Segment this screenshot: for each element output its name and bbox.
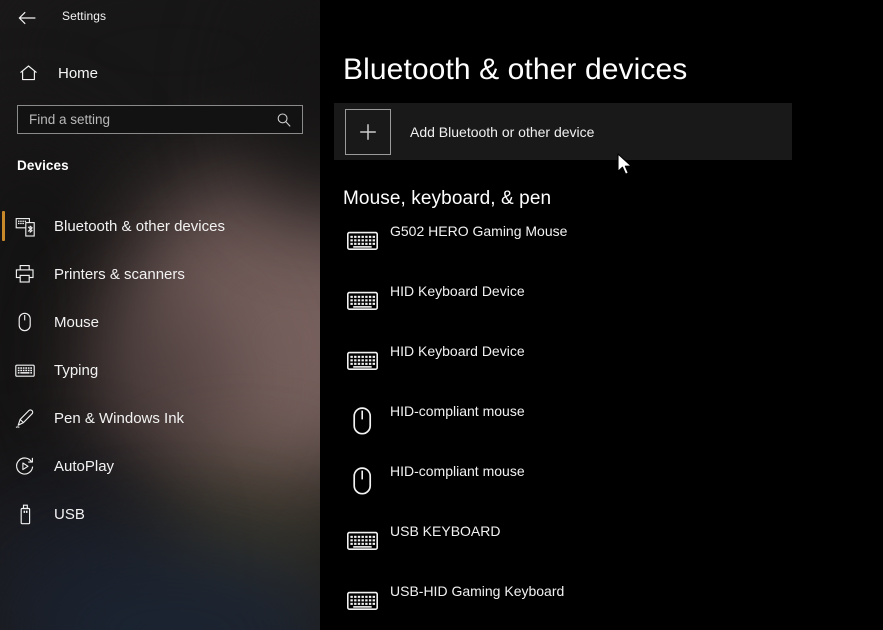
keyboard-icon bbox=[345, 526, 379, 556]
device-name: USB KEYBOARD bbox=[390, 523, 501, 539]
device-list-item[interactable]: HID Keyboard Device bbox=[320, 332, 883, 392]
device-list-item[interactable]: HID Keyboard Device bbox=[320, 272, 883, 332]
device-list: G502 HERO Gaming Mouse HID Keyboard Devic… bbox=[320, 212, 883, 630]
autoplay-icon bbox=[16, 456, 34, 475]
device-name: HID Keyboard Device bbox=[390, 283, 525, 299]
mouse-icon bbox=[14, 311, 36, 333]
mouse-icon bbox=[345, 466, 379, 496]
home-icon bbox=[18, 63, 38, 83]
search-input[interactable] bbox=[18, 106, 272, 133]
sidebar-item-label: USB bbox=[54, 505, 85, 523]
sidebar-item-label: Mouse bbox=[54, 313, 100, 331]
printer-icon bbox=[14, 263, 36, 285]
sidebar-group-label: Devices bbox=[17, 158, 69, 173]
sidebar-item-mouse[interactable]: Mouse bbox=[0, 298, 320, 346]
title-bar: Settings bbox=[0, 0, 320, 36]
selected-indicator bbox=[2, 211, 5, 241]
settings-window: Settings Home Device bbox=[0, 0, 883, 630]
sidebar-item-pen-windows-ink[interactable]: Pen & Windows Ink bbox=[0, 394, 320, 442]
back-button[interactable] bbox=[12, 4, 42, 32]
device-name: HID-compliant mouse bbox=[390, 403, 525, 419]
sidebar-item-printers-scanners[interactable]: Printers & scanners bbox=[0, 250, 320, 298]
device-keyboard-icon bbox=[346, 231, 378, 251]
sidebar-item-label: Printers & scanners bbox=[54, 265, 185, 283]
device-mouse-icon bbox=[352, 467, 371, 495]
search-icon[interactable] bbox=[272, 112, 302, 128]
sidebar-item-bluetooth-other-devices[interactable]: Bluetooth & other devices bbox=[0, 202, 320, 250]
keyboard-icon bbox=[345, 586, 379, 616]
plus-icon bbox=[345, 108, 391, 155]
mouse-icon bbox=[18, 312, 31, 332]
device-list-item[interactable]: USB KEYBOARD bbox=[320, 512, 883, 572]
device-list-item[interactable]: HID-compliant mouse bbox=[320, 452, 883, 512]
printer-icon bbox=[15, 265, 34, 283]
add-bluetooth-device-button[interactable]: Add Bluetooth or other device bbox=[334, 103, 792, 160]
add-bluetooth-device-label: Add Bluetooth or other device bbox=[410, 123, 595, 140]
device-name: HID Keyboard Device bbox=[390, 343, 525, 359]
device-name: G502 HERO Gaming Mouse bbox=[390, 223, 568, 239]
sidebar: Settings Home Device bbox=[0, 0, 320, 630]
sidebar-item-home[interactable]: Home bbox=[0, 60, 320, 86]
page-title: Bluetooth & other devices bbox=[343, 53, 688, 86]
section-title: Mouse, keyboard, & pen bbox=[343, 188, 552, 209]
device-keyboard-icon bbox=[346, 531, 378, 551]
pen-icon bbox=[15, 408, 34, 428]
sidebar-nav-list: Bluetooth & other devices Printers & scan… bbox=[0, 202, 320, 538]
sidebar-item-label: AutoPlay bbox=[54, 457, 115, 475]
device-list-item[interactable]: USB-HID Gaming Keyboard bbox=[320, 572, 883, 630]
device-name: USB-HID Gaming Keyboard bbox=[390, 583, 565, 599]
usb-icon bbox=[20, 504, 30, 524]
device-keyboard-icon bbox=[346, 591, 378, 611]
device-list-item[interactable]: G502 HERO Gaming Mouse bbox=[320, 212, 883, 272]
bluetooth-devices-icon bbox=[14, 215, 36, 237]
sidebar-item-autoplay[interactable]: AutoPlay bbox=[0, 442, 320, 490]
keyboard-icon bbox=[345, 286, 379, 316]
main-content: Bluetooth & other devices Add Bluetooth … bbox=[320, 0, 883, 630]
mouse-icon bbox=[345, 406, 379, 436]
sidebar-item-label: Pen & Windows Ink bbox=[54, 409, 185, 427]
keyboard-icon bbox=[14, 359, 36, 381]
keyboard-icon bbox=[15, 364, 35, 377]
pen-icon bbox=[14, 407, 36, 429]
usb-icon bbox=[14, 503, 36, 525]
autoplay-icon bbox=[14, 455, 36, 477]
device-keyboard-icon bbox=[346, 351, 378, 371]
keyboard-icon bbox=[345, 346, 379, 376]
sidebar-item-label: Typing bbox=[54, 361, 99, 379]
device-name: HID-compliant mouse bbox=[390, 463, 525, 479]
sidebar-item-label: Bluetooth & other devices bbox=[54, 217, 225, 235]
device-mouse-icon bbox=[352, 407, 371, 435]
window-title: Settings bbox=[62, 9, 107, 23]
sidebar-item-home-label: Home bbox=[58, 64, 99, 82]
keyboard-icon bbox=[345, 226, 379, 256]
bluetooth-devices-icon bbox=[15, 218, 35, 237]
search-box[interactable] bbox=[17, 105, 303, 134]
sidebar-item-usb[interactable]: USB bbox=[0, 490, 320, 538]
device-keyboard-icon bbox=[346, 291, 378, 311]
sidebar-item-typing[interactable]: Typing bbox=[0, 346, 320, 394]
back-arrow-icon bbox=[18, 11, 36, 25]
device-list-item[interactable]: HID-compliant mouse bbox=[320, 392, 883, 452]
